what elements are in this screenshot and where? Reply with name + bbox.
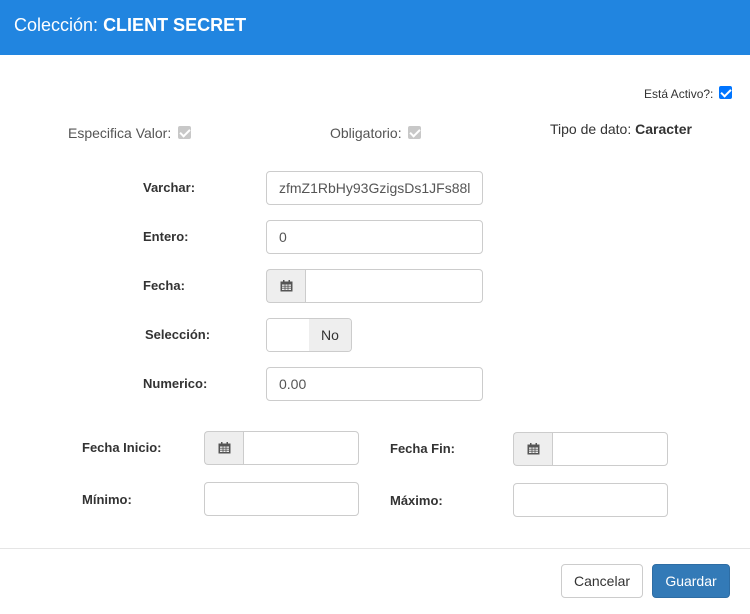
minimo-label: Mínimo: [82, 492, 132, 507]
cancel-button[interactable]: Cancelar [561, 564, 643, 598]
active-flag: Está Activo?: [644, 86, 732, 101]
modal-header: Colección: CLIENT SECRET [0, 0, 750, 55]
required-flag: Obligatorio: [330, 125, 422, 141]
active-checkbox[interactable] [718, 86, 732, 99]
varchar-label: Varchar: [143, 180, 196, 195]
calendar-icon [218, 442, 230, 454]
fecha-fin-label: Fecha Fin: [390, 441, 456, 456]
fecha-inicio-label: Fecha Inicio: [82, 440, 162, 455]
seleccion-label: Selección: [145, 327, 211, 342]
required-checkbox[interactable] [408, 126, 422, 139]
fecha-label: Fecha: [143, 278, 185, 293]
save-button[interactable]: Guardar [652, 564, 730, 598]
fecha-input[interactable] [305, 269, 483, 303]
calendar-icon [280, 280, 292, 292]
toggle-handle [267, 319, 309, 351]
fecha-inicio-datepicker [204, 431, 359, 465]
specific-value-label: Especifica Valor: [68, 125, 172, 141]
data-type-value: Caracter [635, 121, 692, 137]
fecha-inicio-input[interactable] [243, 431, 359, 465]
fecha-calendar-button[interactable] [266, 269, 305, 303]
entero-label: Entero: [143, 229, 189, 244]
footer-divider [0, 548, 750, 549]
seleccion-toggle[interactable]: No [266, 318, 352, 352]
title-value: CLIENT SECRET [103, 15, 247, 35]
modal-title: Colección: CLIENT SECRET [14, 15, 246, 36]
fecha-fin-datepicker [513, 432, 668, 466]
fecha-inicio-calendar-button[interactable] [204, 431, 243, 465]
specific-value-checkbox[interactable] [178, 126, 192, 139]
varchar-input[interactable]: zfmZ1RbHy93GzigsDs1JFs88l [266, 171, 483, 205]
numerico-input[interactable]: 0.00 [266, 367, 483, 401]
maximo-label: Máximo: [390, 493, 443, 508]
fecha-datepicker [266, 269, 483, 303]
specific-value-flag: Especifica Valor: [68, 125, 192, 141]
required-label: Obligatorio: [330, 125, 402, 141]
fecha-fin-input[interactable] [552, 432, 668, 466]
minimo-input[interactable] [204, 482, 359, 516]
title-prefix: Colección: [14, 15, 99, 35]
maximo-input[interactable] [513, 483, 668, 517]
data-type: Tipo de dato: Caracter [550, 121, 692, 137]
fecha-fin-calendar-button[interactable] [513, 432, 552, 466]
numerico-label: Numerico: [143, 376, 208, 391]
active-label: Está Activo?: [644, 87, 714, 101]
entero-input[interactable]: 0 [266, 220, 483, 254]
toggle-state-label: No [309, 319, 351, 351]
data-type-label: Tipo de dato: [550, 121, 632, 137]
calendar-icon [527, 443, 539, 455]
